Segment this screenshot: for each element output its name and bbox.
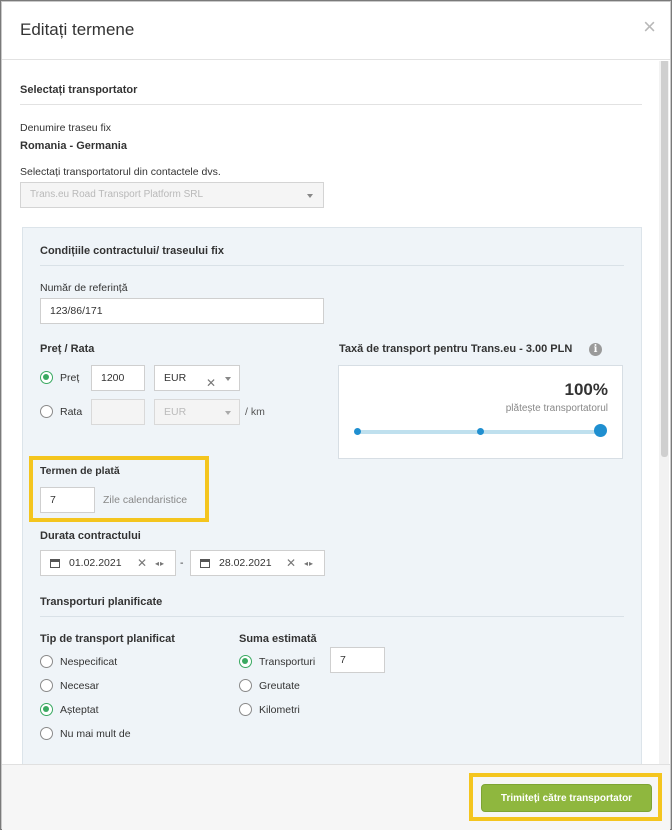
price-radio[interactable] (40, 371, 53, 384)
planned-section-title: Transporturi planificate (40, 596, 163, 608)
chevron-down-icon (307, 194, 313, 198)
carrier-select-value: Trans.eu Road Transport Platform SRL (30, 189, 204, 200)
stepper-arrows-icon[interactable]: ◂▸ (155, 559, 165, 568)
price-input[interactable]: 1200 (91, 365, 145, 391)
start-date-value: 01.02.2021 (69, 557, 122, 569)
type-radio-label: Nu mai mult de (60, 728, 131, 740)
rate-input[interactable] (91, 399, 145, 425)
submit-highlight (469, 773, 662, 821)
amount-radio[interactable] (239, 703, 252, 716)
clear-icon[interactable]: ✕ (137, 556, 147, 570)
chevron-down-icon (225, 411, 231, 415)
date-separator: - (180, 557, 184, 569)
clear-icon[interactable]: ✕ (206, 371, 216, 395)
type-radio-label: Necesar (60, 680, 100, 692)
type-heading: Tip de transport planificat (40, 633, 175, 645)
price-radio-label: Preț (60, 372, 80, 384)
fee-slider-handle[interactable] (594, 424, 607, 437)
scrollbar-thumb[interactable] (661, 61, 668, 457)
divider (20, 104, 642, 105)
amount-radio-label: Greutate (259, 680, 300, 692)
start-date-input[interactable]: 01.02.2021 ✕ ◂▸ (40, 550, 176, 576)
modal-footer: Trimiteți către transportator (2, 764, 670, 830)
type-radio-label: Nespecificat (60, 656, 118, 668)
clear-icon[interactable]: ✕ (286, 556, 296, 570)
modal-title: Editați termene (20, 20, 135, 39)
rate-currency-value: EUR (164, 406, 187, 418)
type-radio[interactable] (40, 655, 53, 668)
amount-radio[interactable] (239, 655, 252, 668)
amount-radio-label: Transporturi (259, 656, 316, 668)
info-icon[interactable]: i (589, 343, 602, 356)
reference-value: 123/86/171 (50, 305, 103, 317)
fee-percent: 100% (564, 380, 608, 399)
type-radio-label: Așteptat (60, 704, 99, 716)
amount-input[interactable]: 7 (330, 647, 385, 673)
contract-section-title: Condițiile contractului/ traseului fix (40, 245, 224, 257)
edit-terms-modal: Editați termene × Selectați transportato… (1, 1, 671, 830)
modal-header: Editați termene × (2, 2, 670, 60)
slider-stop-middle[interactable] (477, 428, 484, 435)
close-icon[interactable]: × (643, 16, 656, 38)
price-value: 1200 (101, 372, 125, 384)
amount-radio[interactable] (239, 679, 252, 692)
stepper-arrows-icon[interactable]: ◂▸ (304, 559, 314, 568)
amount-heading: Suma estimată (239, 633, 317, 645)
scrollbar[interactable] (659, 61, 669, 764)
end-date-value: 28.02.2021 (219, 557, 272, 569)
end-date-input[interactable]: 28.02.2021 ✕ ◂▸ (190, 550, 325, 576)
slider-stop-start[interactable] (354, 428, 361, 435)
divider (40, 616, 624, 617)
carrier-select[interactable]: Trans.eu Road Transport Platform SRL (20, 182, 324, 208)
type-radio[interactable] (40, 679, 53, 692)
type-radio[interactable] (40, 703, 53, 716)
type-radio[interactable] (40, 727, 53, 740)
amount-value: 7 (340, 654, 346, 666)
calendar-icon (200, 559, 210, 568)
calendar-icon (50, 559, 60, 568)
fee-box: 100% plătește transportatorul (338, 365, 623, 459)
route-value: Romania - Germania (20, 140, 127, 152)
reference-label: Număr de referință (40, 282, 128, 294)
carrier-select-label: Selectați transportatorul din contactele… (20, 166, 221, 178)
chevron-down-icon (225, 377, 231, 381)
fee-label: Taxă de transport pentru Trans.eu - 3.00… (339, 343, 573, 355)
rate-unit: / km (245, 406, 265, 418)
rate-radio-label: Rata (60, 406, 83, 418)
rate-radio[interactable] (40, 405, 53, 418)
carrier-section-title: Selectați transportator (20, 84, 138, 96)
price-currency-select[interactable]: EUR ✕ (154, 365, 240, 391)
price-currency-value: EUR (164, 372, 187, 384)
divider (40, 265, 624, 266)
amount-radio-label: Kilometri (259, 704, 300, 716)
rate-currency-select[interactable]: EUR (154, 399, 240, 425)
payment-term-highlight (29, 456, 209, 522)
fee-payer: plătește transportatorul (505, 403, 608, 414)
modal-body: Selectați transportator Denumire traseu … (2, 61, 670, 764)
duration-label: Durata contractului (40, 530, 141, 542)
reference-input[interactable]: 123/86/171 (40, 298, 324, 324)
route-label: Denumire traseu fix (20, 122, 112, 134)
price-heading: Preț / Rata (40, 343, 95, 355)
